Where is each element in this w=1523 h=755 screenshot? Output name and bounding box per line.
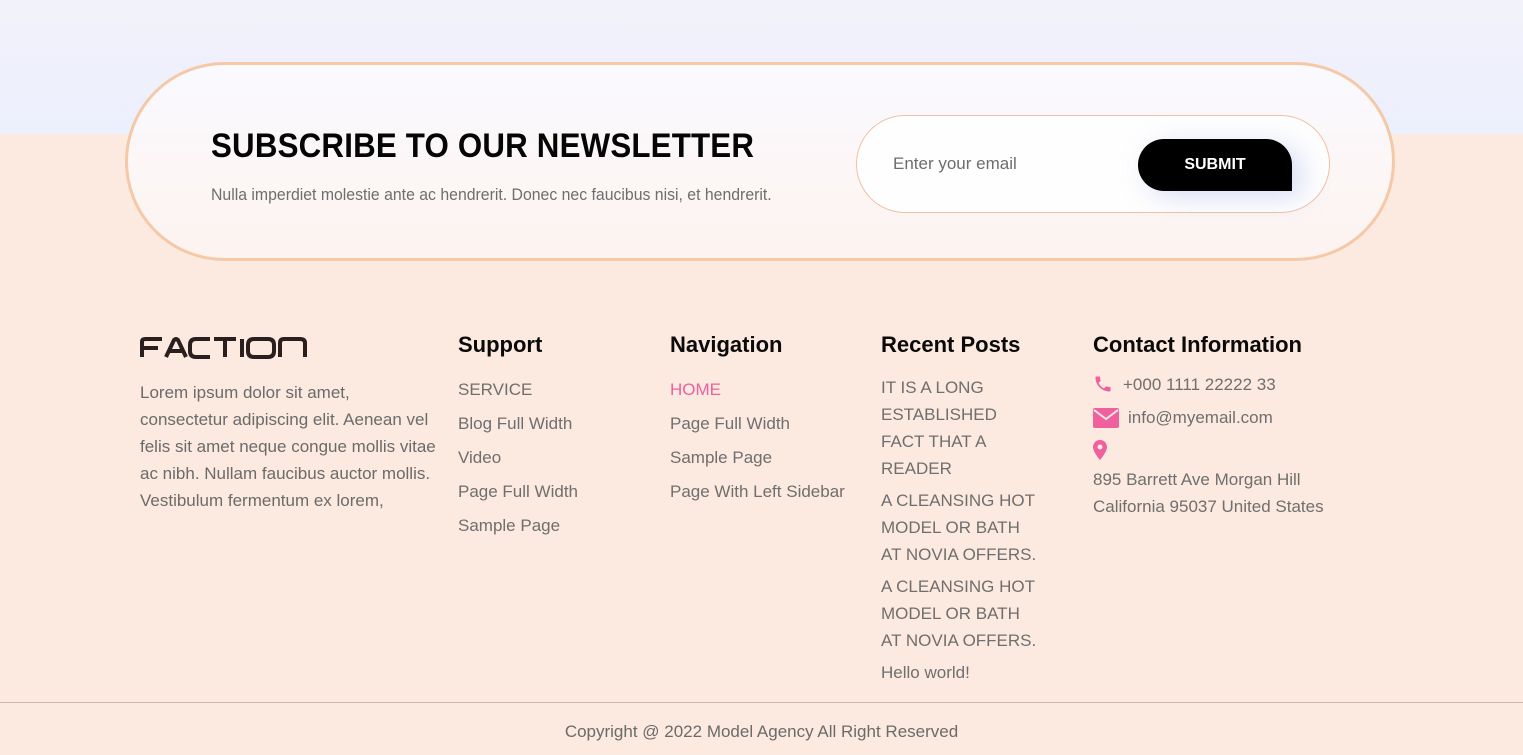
support-link-page-full-width[interactable]: Page Full Width bbox=[458, 475, 578, 509]
copyright-text: Copyright @ 2022 Model Agency All Right … bbox=[564, 722, 959, 741]
recent-post-link[interactable]: A CLEANSING HOT MODEL OR BATH AT NOVIA O… bbox=[881, 487, 1041, 568]
recent-post-link[interactable]: Hello world! bbox=[881, 659, 1041, 686]
support-link-video[interactable]: Video bbox=[458, 441, 578, 475]
nav-link-left-sidebar[interactable]: Page With Left Sidebar bbox=[670, 475, 845, 509]
support-link-blog-full-width[interactable]: Blog Full Width bbox=[458, 407, 578, 441]
recent-post-link[interactable]: IT IS A LONG ESTABLISHED FACT THAT A REA… bbox=[881, 374, 1041, 482]
faction-logo[interactable] bbox=[140, 337, 308, 364]
logo-wordmark bbox=[140, 337, 307, 359]
newsletter-section: SUBSCRIBE TO OUR NEWSLETTER Nulla imperd… bbox=[125, 62, 1395, 261]
navigation-column: Navigation HOME Page Full Width Sample P… bbox=[670, 332, 845, 509]
contact-phone-row: +000 1111 22222 33 bbox=[1093, 374, 1373, 396]
support-column: Support SERVICE Blog Full Width Video Pa… bbox=[458, 332, 578, 543]
email-input[interactable] bbox=[893, 144, 1123, 184]
footer-divider bbox=[0, 702, 1523, 703]
contact-email[interactable]: info@myemail.com bbox=[1128, 408, 1273, 428]
recent-post-link[interactable]: A CLEANSING HOT MODEL OR BATH AT NOVIA O… bbox=[881, 573, 1041, 654]
newsletter-description: Nulla imperdiet molestie ante ac hendrer… bbox=[211, 185, 772, 204]
nav-link-page-full-width[interactable]: Page Full Width bbox=[670, 407, 845, 441]
recent-posts-heading: Recent Posts bbox=[881, 332, 1021, 357]
navigation-heading: Navigation bbox=[670, 332, 783, 357]
submit-button[interactable]: SUBMIT bbox=[1138, 139, 1292, 191]
contact-email-row: info@myemail.com bbox=[1093, 408, 1373, 428]
contact-heading: Contact Information bbox=[1093, 332, 1302, 357]
envelope-icon bbox=[1093, 408, 1119, 428]
support-link-service[interactable]: SERVICE bbox=[458, 373, 578, 407]
nav-link-home[interactable]: HOME bbox=[670, 373, 845, 407]
contact-column: Contact Information +000 1111 22222 33 i… bbox=[1093, 332, 1373, 520]
support-link-sample-page[interactable]: Sample Page bbox=[458, 509, 578, 543]
about-text: Lorem ipsum dolor sit amet, consectetur … bbox=[140, 383, 436, 510]
newsletter-form: SUBMIT bbox=[856, 115, 1330, 213]
map-pin-icon bbox=[1093, 440, 1373, 465]
newsletter-title: SUBSCRIBE TO OUR NEWSLETTER bbox=[211, 127, 755, 165]
nav-link-sample-page[interactable]: Sample Page bbox=[670, 441, 845, 475]
support-heading: Support bbox=[458, 332, 543, 357]
contact-address: 895 Barrett Ave Morgan Hill California 9… bbox=[1093, 470, 1324, 516]
contact-phone[interactable]: +000 1111 22222 33 bbox=[1123, 375, 1276, 395]
recent-posts-column: Recent Posts IT IS A LONG ESTABLISHED FA… bbox=[881, 332, 1041, 691]
phone-icon bbox=[1093, 374, 1113, 396]
